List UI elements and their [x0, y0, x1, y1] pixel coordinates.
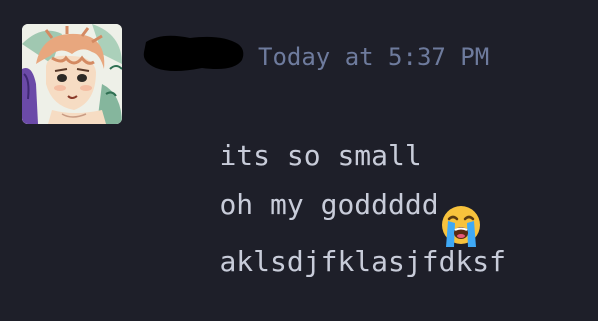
message-text: aklsdjfklasjfdksf: [219, 245, 507, 278]
loudly-crying-face-icon[interactable]: [438, 131, 484, 247]
message-line: aklsdjfklasjfdksf: [152, 208, 506, 316]
user-avatar-anime-icon: [22, 24, 122, 124]
user-avatar[interactable]: [22, 24, 122, 124]
chat-message: Today at 5:37 PM its so small oh my godd…: [0, 0, 598, 278]
username-redacted[interactable]: [142, 32, 246, 74]
message-timestamp[interactable]: Today at 5:37 PM: [258, 41, 489, 73]
